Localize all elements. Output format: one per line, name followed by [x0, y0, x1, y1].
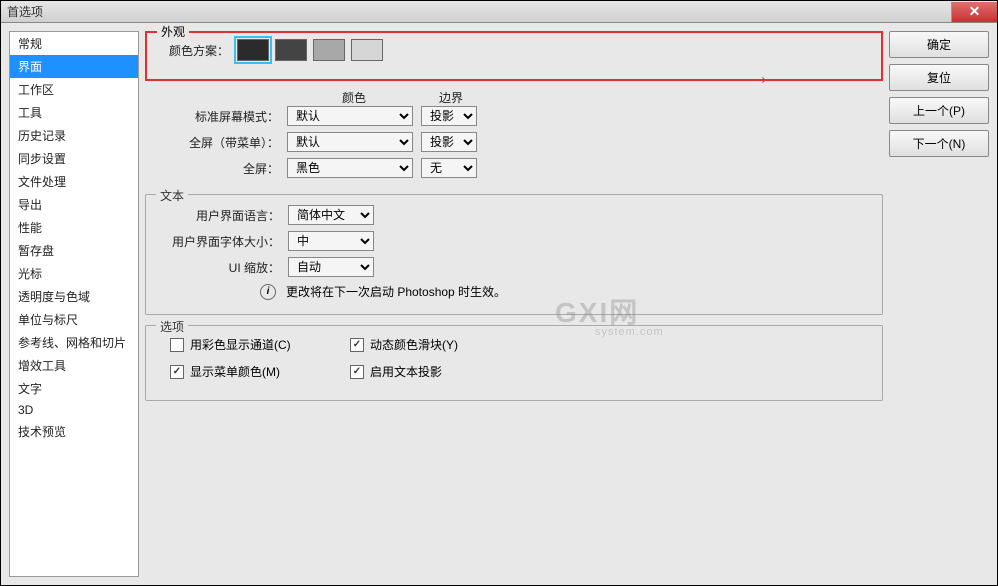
checkbox-label: 启用文本投影 — [370, 363, 442, 380]
color-scheme-label: 颜色方案： — [157, 42, 229, 59]
header-border: 边界 — [421, 89, 481, 106]
content-area: 常规界面工作区工具历史记录同步设置文件处理导出性能暂存盘光标透明度与色域单位与标… — [1, 23, 997, 585]
info-text: 更改将在下一次启动 Photoshop 时生效。 — [286, 283, 506, 300]
screen-mode-row: 全屏（带菜单）： 默认 投影 — [159, 132, 869, 152]
text-legend: 文本 — [156, 187, 188, 204]
checkbox-icon[interactable] — [350, 338, 364, 352]
reset-button[interactable]: 复位 — [889, 64, 989, 91]
text-select[interactable]: 简体中文 — [288, 205, 374, 225]
row-label: 用户界面语言： — [160, 207, 280, 224]
checkbox-icon[interactable] — [170, 365, 184, 379]
text-setting-row: UI 缩放： 自动 — [160, 257, 868, 277]
next-button[interactable]: 下一个(N) — [889, 130, 989, 157]
appearance-section: 外观 颜色方案： — [145, 31, 883, 81]
border-select[interactable]: 投影 — [421, 132, 477, 152]
titlebar: 首选项 ✕ — [1, 1, 997, 23]
sidebar-item[interactable]: 文字 — [10, 377, 138, 400]
sidebar-item[interactable]: 导出 — [10, 193, 138, 216]
text-setting-row: 用户界面字体大小： 中 — [160, 231, 868, 251]
sidebar-item[interactable]: 透明度与色域 — [10, 285, 138, 308]
option-checkbox-row[interactable]: 用彩色显示通道(C) — [170, 336, 330, 353]
color-select[interactable]: 默认 — [287, 132, 413, 152]
row-label: 全屏（带菜单）： — [159, 134, 279, 151]
text-select[interactable]: 自动 — [288, 257, 374, 277]
checkbox-icon[interactable] — [170, 338, 184, 352]
button-column: 确定 复位 上一个(P) 下一个(N) — [889, 31, 989, 577]
row-label: UI 缩放： — [160, 259, 280, 276]
row-label: 用户界面字体大小： — [160, 233, 280, 250]
text-select[interactable]: 中 — [288, 231, 374, 251]
text-setting-row: 用户界面语言： 简体中文 — [160, 205, 868, 225]
preferences-window: 首选项 ✕ 常规界面工作区工具历史记录同步设置文件处理导出性能暂存盘光标透明度与… — [0, 0, 998, 586]
appearance-legend: 外观 — [157, 23, 189, 40]
checkbox-label: 显示菜单颜色(M) — [190, 363, 280, 380]
color-swatch[interactable] — [237, 39, 269, 61]
ok-button[interactable]: 确定 — [889, 31, 989, 58]
checkbox-icon[interactable] — [350, 365, 364, 379]
sidebar-item[interactable]: 光标 — [10, 262, 138, 285]
main-panel: → 外观 颜色方案： 颜色 边界 标准屏幕模式： 默认 投影 全屏（带菜单）： … — [145, 31, 883, 577]
border-select[interactable]: 无 — [421, 158, 477, 178]
sidebar-item[interactable]: 技术预览 — [10, 420, 138, 443]
sidebar-item[interactable]: 历史记录 — [10, 124, 138, 147]
screen-mode-row: 标准屏幕模式： 默认 投影 — [159, 106, 869, 126]
option-checkbox-row[interactable]: 启用文本投影 — [350, 363, 510, 380]
options-section: 选项 用彩色显示通道(C) 动态颜色滑块(Y) 显示菜单颜色(M) 启用文本投影 — [145, 325, 883, 401]
color-swatch[interactable] — [313, 39, 345, 61]
text-section: 文本 用户界面语言： 简体中文 用户界面字体大小： 中 UI 缩放： 自动 i … — [145, 194, 883, 315]
sidebar-item[interactable]: 工具 — [10, 101, 138, 124]
checkbox-label: 动态颜色滑块(Y) — [370, 336, 458, 353]
color-swatch[interactable] — [275, 39, 307, 61]
sidebar-item[interactable]: 增效工具 — [10, 354, 138, 377]
sidebar-item[interactable]: 参考线、网格和切片 — [10, 331, 138, 354]
row-label: 全屏： — [159, 160, 279, 177]
info-row: i 更改将在下一次启动 Photoshop 时生效。 — [260, 283, 868, 300]
color-swatch[interactable] — [351, 39, 383, 61]
option-checkbox-row[interactable]: 动态颜色滑块(Y) — [350, 336, 510, 353]
header-color: 颜色 — [287, 89, 421, 106]
border-select[interactable]: 投影 — [421, 106, 477, 126]
sidebar-item[interactable]: 暂存盘 — [10, 239, 138, 262]
color-select[interactable]: 默认 — [287, 106, 413, 126]
row-label: 标准屏幕模式： — [159, 108, 279, 125]
window-title: 首选项 — [7, 3, 43, 20]
column-headers: 颜色 边界 — [287, 89, 869, 106]
info-icon: i — [260, 284, 276, 300]
sidebar-item[interactable]: 同步设置 — [10, 147, 138, 170]
option-checkbox-row[interactable]: 显示菜单颜色(M) — [170, 363, 330, 380]
sidebar-item[interactable]: 常规 — [10, 32, 138, 55]
prev-button[interactable]: 上一个(P) — [889, 97, 989, 124]
sidebar-item[interactable]: 单位与标尺 — [10, 308, 138, 331]
sidebar: 常规界面工作区工具历史记录同步设置文件处理导出性能暂存盘光标透明度与色域单位与标… — [9, 31, 139, 577]
sidebar-item[interactable]: 性能 — [10, 216, 138, 239]
checkbox-label: 用彩色显示通道(C) — [190, 336, 291, 353]
color-scheme-swatches — [237, 39, 383, 61]
screen-mode-row: 全屏： 黑色 无 — [159, 158, 869, 178]
options-legend: 选项 — [156, 318, 188, 335]
sidebar-item[interactable]: 工作区 — [10, 78, 138, 101]
sidebar-item[interactable]: 界面 — [10, 55, 138, 78]
sidebar-item[interactable]: 3D — [10, 400, 138, 420]
color-select[interactable]: 黑色 — [287, 158, 413, 178]
sidebar-item[interactable]: 文件处理 — [10, 170, 138, 193]
close-button[interactable]: ✕ — [951, 2, 997, 22]
